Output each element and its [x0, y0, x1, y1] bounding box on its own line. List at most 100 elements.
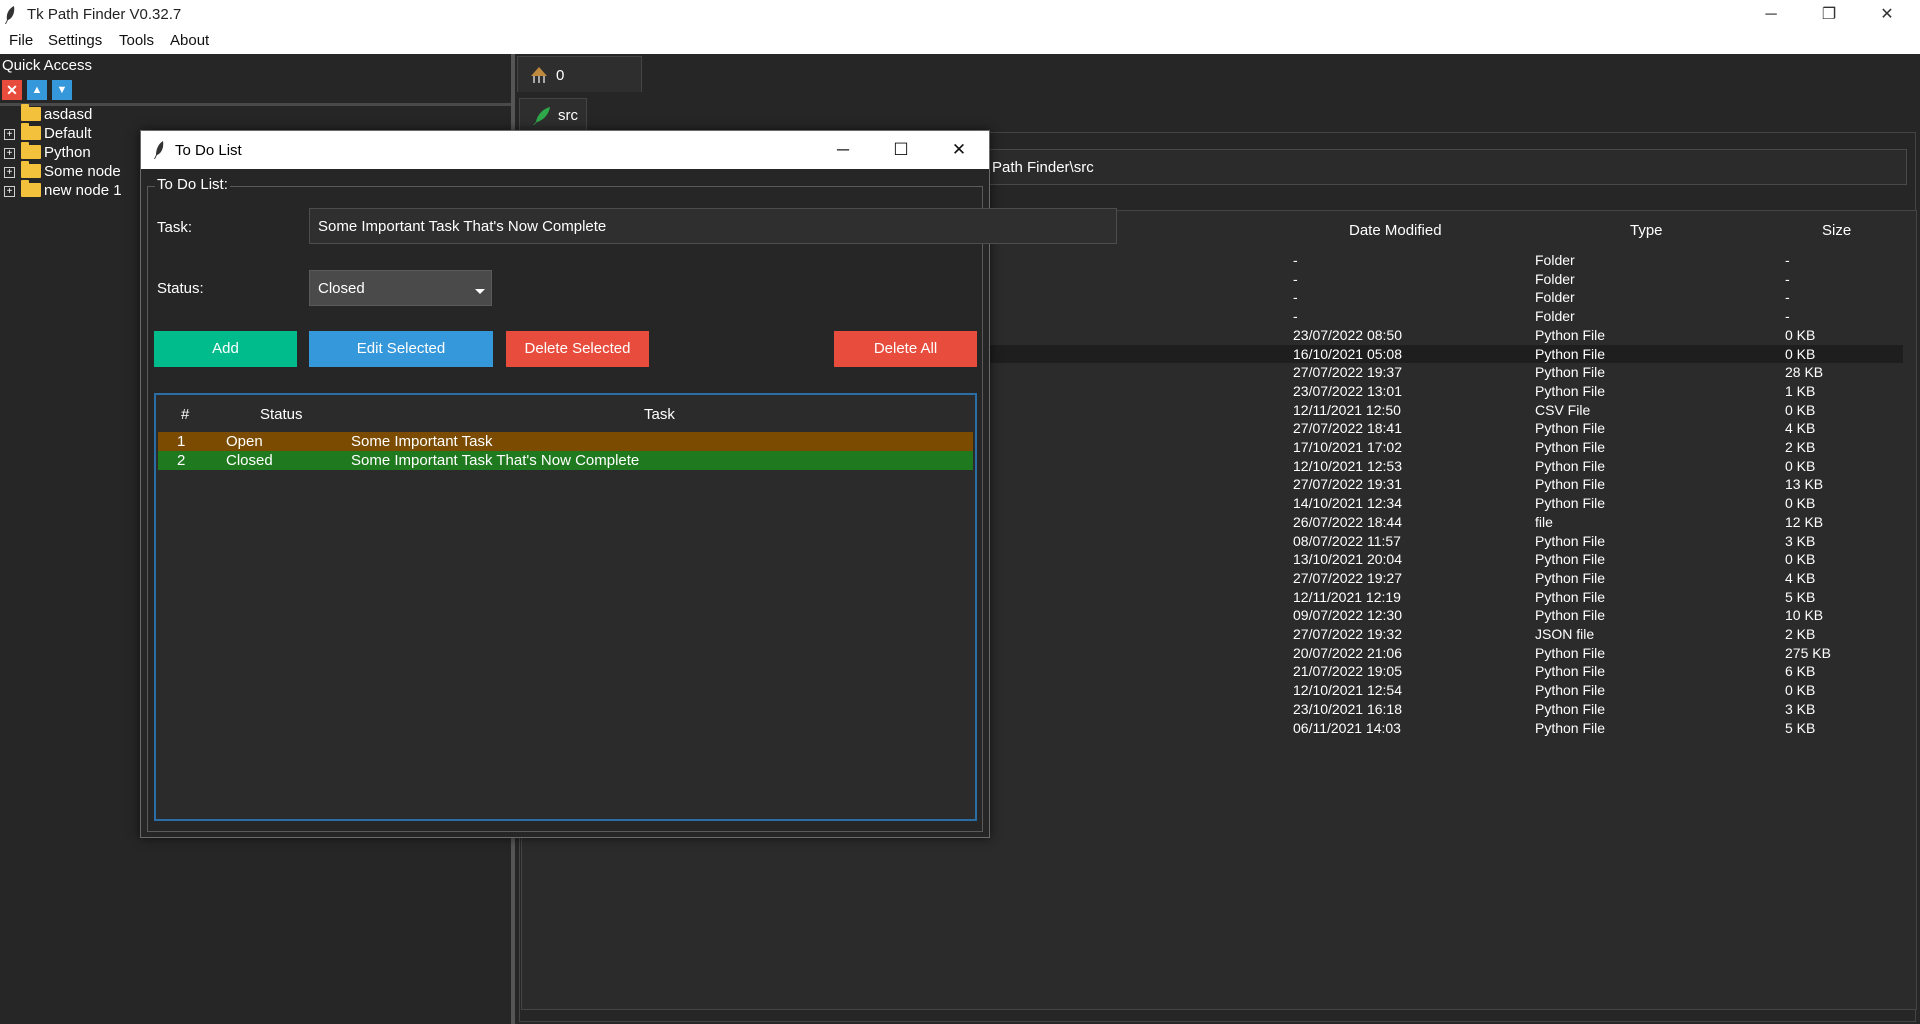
file-date: 20/07/2022 21:06: [1293, 644, 1402, 661]
row-status: Open: [226, 433, 263, 450]
table-row[interactable]: 2 Closed Some Important Task That's Now …: [158, 451, 973, 470]
expand-icon[interactable]: +: [4, 147, 15, 159]
file-date: 08/07/2022 11:57: [1293, 532, 1401, 549]
close-button[interactable]: ✕: [1858, 0, 1916, 30]
column-header-date[interactable]: Date Modified: [1349, 222, 1442, 239]
file-date: 27/07/2022 19:31: [1293, 476, 1402, 493]
column-header-status[interactable]: Status: [260, 406, 303, 423]
menu-about[interactable]: About: [170, 32, 209, 49]
file-type: Python File: [1535, 532, 1606, 549]
file-date: -: [1293, 252, 1298, 268]
tree-item[interactable]: + new node 1: [4, 180, 122, 201]
expand-icon[interactable]: +: [4, 166, 15, 178]
file-size: 0 KB: [1785, 682, 1816, 699]
file-date: 17/10/2021 17:02: [1293, 439, 1402, 455]
menu-settings[interactable]: Settings: [48, 32, 102, 49]
file-type: Folder: [1535, 289, 1575, 306]
file-size: 0 KB: [1785, 495, 1816, 512]
file-date: 27/07/2022 19:37: [1293, 364, 1402, 381]
file-size: -: [1785, 308, 1790, 325]
file-size: 0 KB: [1785, 551, 1816, 568]
expand-icon[interactable]: +: [4, 185, 15, 197]
tree-item[interactable]: + Default: [4, 123, 92, 144]
table-row[interactable]: 1 Open Some Important Task: [158, 432, 973, 451]
file-type: Folder: [1535, 308, 1575, 325]
delete-selected-button[interactable]: Delete Selected: [506, 331, 649, 367]
file-type: Python File: [1535, 644, 1606, 661]
file-type: Folder: [1535, 252, 1575, 268]
column-header-type[interactable]: Type: [1630, 222, 1663, 239]
minimize-button[interactable]: ─: [823, 135, 863, 165]
file-date: -: [1293, 270, 1298, 287]
file-type: Python File: [1535, 457, 1606, 474]
file-size: -: [1785, 289, 1790, 306]
file-size: 5 KB: [1785, 719, 1816, 736]
file-date: 12/10/2021 12:53: [1293, 457, 1402, 474]
group-label: To Do List:: [155, 176, 230, 193]
file-type: Python File: [1535, 382, 1606, 399]
tab-src[interactable]: src: [519, 98, 587, 130]
file-type: Python File: [1535, 495, 1606, 512]
todo-table[interactable]: # Status Task 1 Open Some Important Task…: [154, 393, 977, 821]
file-type: Python File: [1535, 551, 1606, 568]
file-type: Python File: [1535, 607, 1606, 624]
tree-item[interactable]: asdasd: [4, 104, 92, 125]
status-select[interactable]: Closed: [309, 270, 492, 306]
app-title: Tk Path Finder V0.32.7: [27, 6, 182, 23]
tree-item-label: Python: [44, 144, 91, 161]
file-size: 275 KB: [1785, 644, 1831, 661]
file-type: CSV File: [1535, 401, 1591, 418]
file-size: 10 KB: [1785, 607, 1824, 624]
file-size: 2 KB: [1785, 439, 1816, 455]
file-date: 23/07/2022 13:01: [1293, 382, 1402, 399]
edit-selected-button[interactable]: Edit Selected: [309, 331, 493, 367]
dialog-title-bar: To Do List ─ ☐ ✕: [141, 131, 989, 169]
tree-icon: [531, 67, 547, 83]
add-button[interactable]: Add: [154, 331, 297, 367]
file-date: 12/11/2021 12:50: [1293, 401, 1401, 418]
task-input[interactable]: [309, 208, 1117, 244]
tree-item[interactable]: + Python: [4, 142, 91, 163]
move-up-icon[interactable]: ▲: [27, 80, 47, 100]
folder-icon: [21, 161, 41, 179]
maximize-button[interactable]: ☐: [881, 135, 921, 165]
task-label: Task:: [157, 219, 193, 236]
minimize-button[interactable]: ─: [1742, 0, 1800, 30]
file-type: Python File: [1535, 700, 1606, 717]
column-header-task[interactable]: Task: [644, 406, 675, 423]
file-type: Folder: [1535, 270, 1575, 287]
restore-button[interactable]: ❐: [1800, 0, 1858, 30]
delete-all-button[interactable]: Delete All: [834, 331, 977, 367]
menu-bar: File Settings Tools About: [0, 30, 1920, 54]
file-date: 06/11/2021 14:03: [1293, 719, 1401, 736]
close-button[interactable]: ✕: [939, 135, 979, 165]
file-size: 13 KB: [1785, 476, 1824, 493]
menu-file[interactable]: File: [9, 32, 33, 49]
folder-icon: [21, 142, 41, 160]
file-type: Python File: [1535, 345, 1606, 362]
file-size: -: [1785, 252, 1790, 268]
file-type: Python File: [1535, 663, 1606, 680]
file-date: -: [1293, 308, 1298, 325]
expand-icon[interactable]: +: [4, 128, 15, 140]
file-size: 6 KB: [1785, 663, 1816, 680]
tree-item-label: new node 1: [44, 182, 122, 199]
tab-label: src: [558, 107, 578, 124]
feather-icon: [154, 141, 164, 159]
remove-icon[interactable]: ✕: [2, 80, 22, 100]
row-num: 1: [177, 433, 186, 450]
file-size: 0 KB: [1785, 345, 1816, 362]
menu-tools[interactable]: Tools: [119, 32, 154, 49]
path-text: Path Finder\src: [992, 159, 1094, 176]
file-date: 09/07/2022 12:30: [1293, 607, 1402, 624]
column-header-num[interactable]: #: [181, 406, 189, 423]
status-value: Closed: [318, 280, 365, 297]
tab-0[interactable]: 0: [517, 56, 642, 92]
move-down-icon[interactable]: ▼: [52, 80, 72, 100]
file-date: 23/07/2022 08:50: [1293, 326, 1402, 343]
quick-access-label: Quick Access: [2, 57, 93, 74]
column-header-size[interactable]: Size: [1822, 222, 1851, 239]
tab-label: 0: [556, 67, 565, 84]
row-task: Some Important Task That's Now Complete: [351, 452, 640, 469]
file-type: Python File: [1535, 569, 1606, 586]
